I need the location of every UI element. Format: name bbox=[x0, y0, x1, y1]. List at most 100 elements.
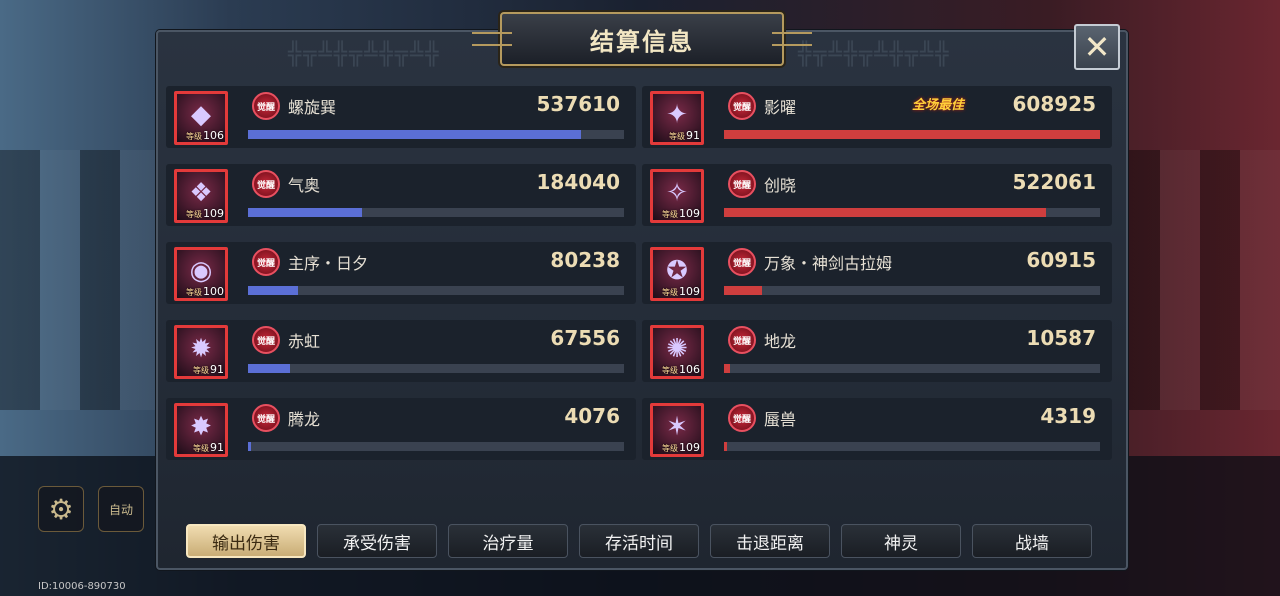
settings-gear-icon[interactable]: ⚙ bbox=[38, 486, 84, 532]
hero-row[interactable]: ✸ 等级91 觉醒 腾龙 4076 bbox=[166, 398, 636, 460]
hero-name: 腾龙 bbox=[288, 410, 321, 429]
awaken-badge-label: 觉醒 bbox=[256, 258, 275, 269]
user-id: ID:10006-890730 bbox=[38, 581, 126, 592]
hero-name: 蜃兽 bbox=[764, 410, 797, 429]
level-prefix: 等级 bbox=[662, 288, 678, 297]
hero-level: 等级100 bbox=[186, 285, 224, 298]
hero-avatar-icon: ◉ bbox=[189, 256, 213, 286]
close-icon: ✕ bbox=[1083, 28, 1111, 66]
hero-name: 创晓 bbox=[764, 176, 797, 195]
hero-avatar-icon: ✸ bbox=[190, 412, 212, 442]
level-prefix: 等级 bbox=[193, 366, 209, 375]
awaken-badge-label: 觉醒 bbox=[256, 180, 275, 191]
damage-bar-fill bbox=[248, 442, 251, 451]
hero-row[interactable]: ✶ 等级109 觉醒 蜃兽 4319 bbox=[642, 398, 1112, 460]
level-value: 109 bbox=[679, 207, 700, 220]
tab-6[interactable]: 战墙 bbox=[972, 524, 1092, 558]
hero-name: 赤虹 bbox=[288, 332, 321, 351]
hero-row[interactable]: ✹ 等级91 觉醒 赤虹 67556 bbox=[166, 320, 636, 382]
close-button[interactable]: ✕ bbox=[1074, 24, 1120, 70]
level-prefix: 等级 bbox=[662, 210, 678, 219]
awaken-badge: 觉醒 bbox=[252, 92, 280, 120]
hero-row[interactable]: ✺ 等级106 觉醒 地龙 10587 bbox=[642, 320, 1112, 382]
damage-bar-fill bbox=[248, 364, 290, 373]
damage-value: 60915 bbox=[1026, 248, 1096, 272]
hero-level: 等级91 bbox=[669, 129, 700, 142]
awaken-badge-label: 觉醒 bbox=[732, 336, 751, 347]
awaken-badge: 觉醒 bbox=[728, 326, 756, 354]
level-value: 100 bbox=[203, 285, 224, 298]
awaken-badge-label: 觉醒 bbox=[732, 102, 751, 113]
awaken-badge: 觉醒 bbox=[252, 248, 280, 276]
damage-bar-fill bbox=[724, 208, 1047, 217]
hero-portrait: ◉ 等级100 bbox=[174, 247, 228, 301]
hero-level: 等级109 bbox=[186, 207, 224, 220]
level-value: 91 bbox=[210, 363, 224, 376]
hero-portrait: ✹ 等级91 bbox=[174, 325, 228, 379]
hero-row[interactable]: ✦ 等级91 觉醒 影曜 全场最佳 608925 bbox=[642, 86, 1112, 148]
damage-value: 4319 bbox=[1040, 404, 1096, 428]
hero-portrait: ❖ 等级109 bbox=[174, 169, 228, 223]
hero-row[interactable]: ✧ 等级109 觉醒 创晓 522061 bbox=[642, 164, 1112, 226]
hero-avatar-icon: ✪ bbox=[666, 256, 688, 286]
awaken-badge: 觉醒 bbox=[728, 170, 756, 198]
damage-bar bbox=[724, 286, 1100, 295]
tab-2[interactable]: 治疗量 bbox=[448, 524, 568, 558]
hero-level: 等级106 bbox=[662, 363, 700, 376]
hero-portrait: ✺ 等级106 bbox=[650, 325, 704, 379]
awaken-badge-label: 觉醒 bbox=[732, 258, 751, 269]
hero-name: 影曜 bbox=[764, 98, 797, 117]
damage-bar bbox=[248, 442, 624, 451]
hero-name: 万象・神剑古拉姆 bbox=[764, 254, 893, 273]
hero-level: 等级109 bbox=[662, 285, 700, 298]
damage-bar-fill bbox=[724, 442, 727, 451]
level-prefix: 等级 bbox=[186, 210, 202, 219]
tab-1[interactable]: 承受伤害 bbox=[317, 524, 437, 558]
auto-button[interactable]: 自动 bbox=[98, 486, 144, 532]
level-prefix: 等级 bbox=[186, 288, 202, 297]
awaken-badge-label: 觉醒 bbox=[732, 414, 751, 425]
decorative-pattern-left-icon: ╬╦╩╬╦╩╬╦╩╬ bbox=[288, 42, 441, 67]
hero-row[interactable]: ◆ 等级106 觉醒 螺旋巽 537610 bbox=[166, 86, 636, 148]
awaken-badge: 觉醒 bbox=[728, 404, 756, 432]
tab-3[interactable]: 存活时间 bbox=[579, 524, 699, 558]
awaken-badge-label: 觉醒 bbox=[256, 102, 275, 113]
hero-avatar-icon: ❖ bbox=[189, 178, 213, 208]
hero-name: 主序・日夕 bbox=[288, 254, 369, 273]
awaken-badge: 觉醒 bbox=[252, 404, 280, 432]
hero-portrait: ✦ 等级91 bbox=[650, 91, 704, 145]
level-value: 109 bbox=[203, 207, 224, 220]
hero-portrait: ✧ 等级109 bbox=[650, 169, 704, 223]
hero-avatar-icon: ✺ bbox=[666, 334, 688, 364]
decorative-pattern-right-icon: ╬╦╩╬╦╩╬╦╩╬ bbox=[798, 42, 951, 67]
tab-4[interactable]: 击退距离 bbox=[710, 524, 830, 558]
hero-row[interactable]: ✪ 等级109 觉醒 万象・神剑古拉姆 60915 bbox=[642, 242, 1112, 304]
tab-5[interactable]: 神灵 bbox=[841, 524, 961, 558]
damage-bar-fill bbox=[248, 130, 581, 139]
hero-portrait: ✪ 等级109 bbox=[650, 247, 704, 301]
hero-row[interactable]: ❖ 等级109 觉醒 气奥 184040 bbox=[166, 164, 636, 226]
awaken-badge-label: 觉醒 bbox=[732, 180, 751, 191]
awaken-badge: 觉醒 bbox=[728, 248, 756, 276]
damage-bar bbox=[248, 286, 624, 295]
hero-level: 等级91 bbox=[193, 363, 224, 376]
damage-bar bbox=[724, 364, 1100, 373]
damage-bar bbox=[248, 364, 624, 373]
title-wing-right-icon bbox=[772, 32, 812, 46]
awaken-badge: 觉醒 bbox=[252, 326, 280, 354]
damage-value: 522061 bbox=[1012, 170, 1097, 194]
damage-bar bbox=[724, 208, 1100, 217]
hero-level: 等级109 bbox=[662, 441, 700, 454]
hero-name: 气奥 bbox=[288, 176, 321, 195]
level-value: 109 bbox=[679, 441, 700, 454]
hero-portrait: ✸ 等级91 bbox=[174, 403, 228, 457]
damage-bar bbox=[248, 208, 624, 217]
level-value: 91 bbox=[210, 441, 224, 454]
level-value: 91 bbox=[686, 129, 700, 142]
tab-0[interactable]: 输出伤害 bbox=[186, 524, 306, 558]
page-title: 结算信息 bbox=[590, 27, 694, 56]
damage-value: 4076 bbox=[564, 404, 620, 428]
hero-row[interactable]: ◉ 等级100 觉醒 主序・日夕 80238 bbox=[166, 242, 636, 304]
level-prefix: 等级 bbox=[662, 444, 678, 453]
hero-level: 等级106 bbox=[186, 129, 224, 142]
